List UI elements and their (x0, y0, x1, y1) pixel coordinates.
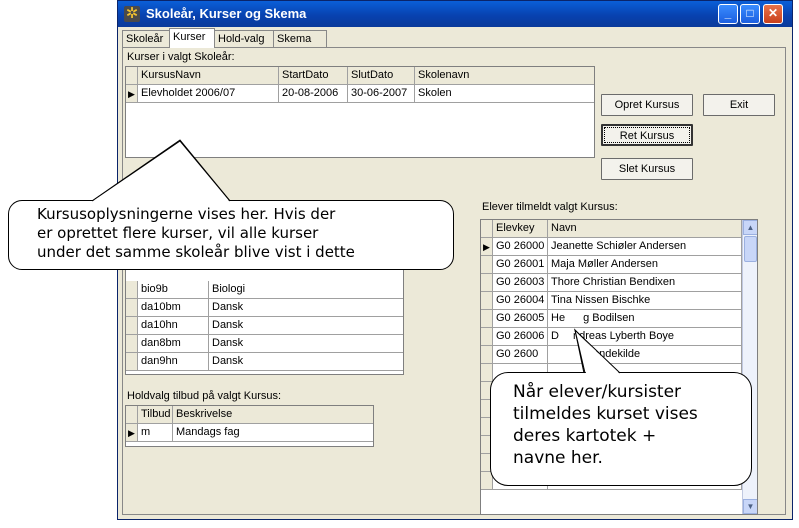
students-pointer-mask (574, 328, 621, 374)
tab-kurser[interactable]: Kurser (169, 28, 215, 48)
